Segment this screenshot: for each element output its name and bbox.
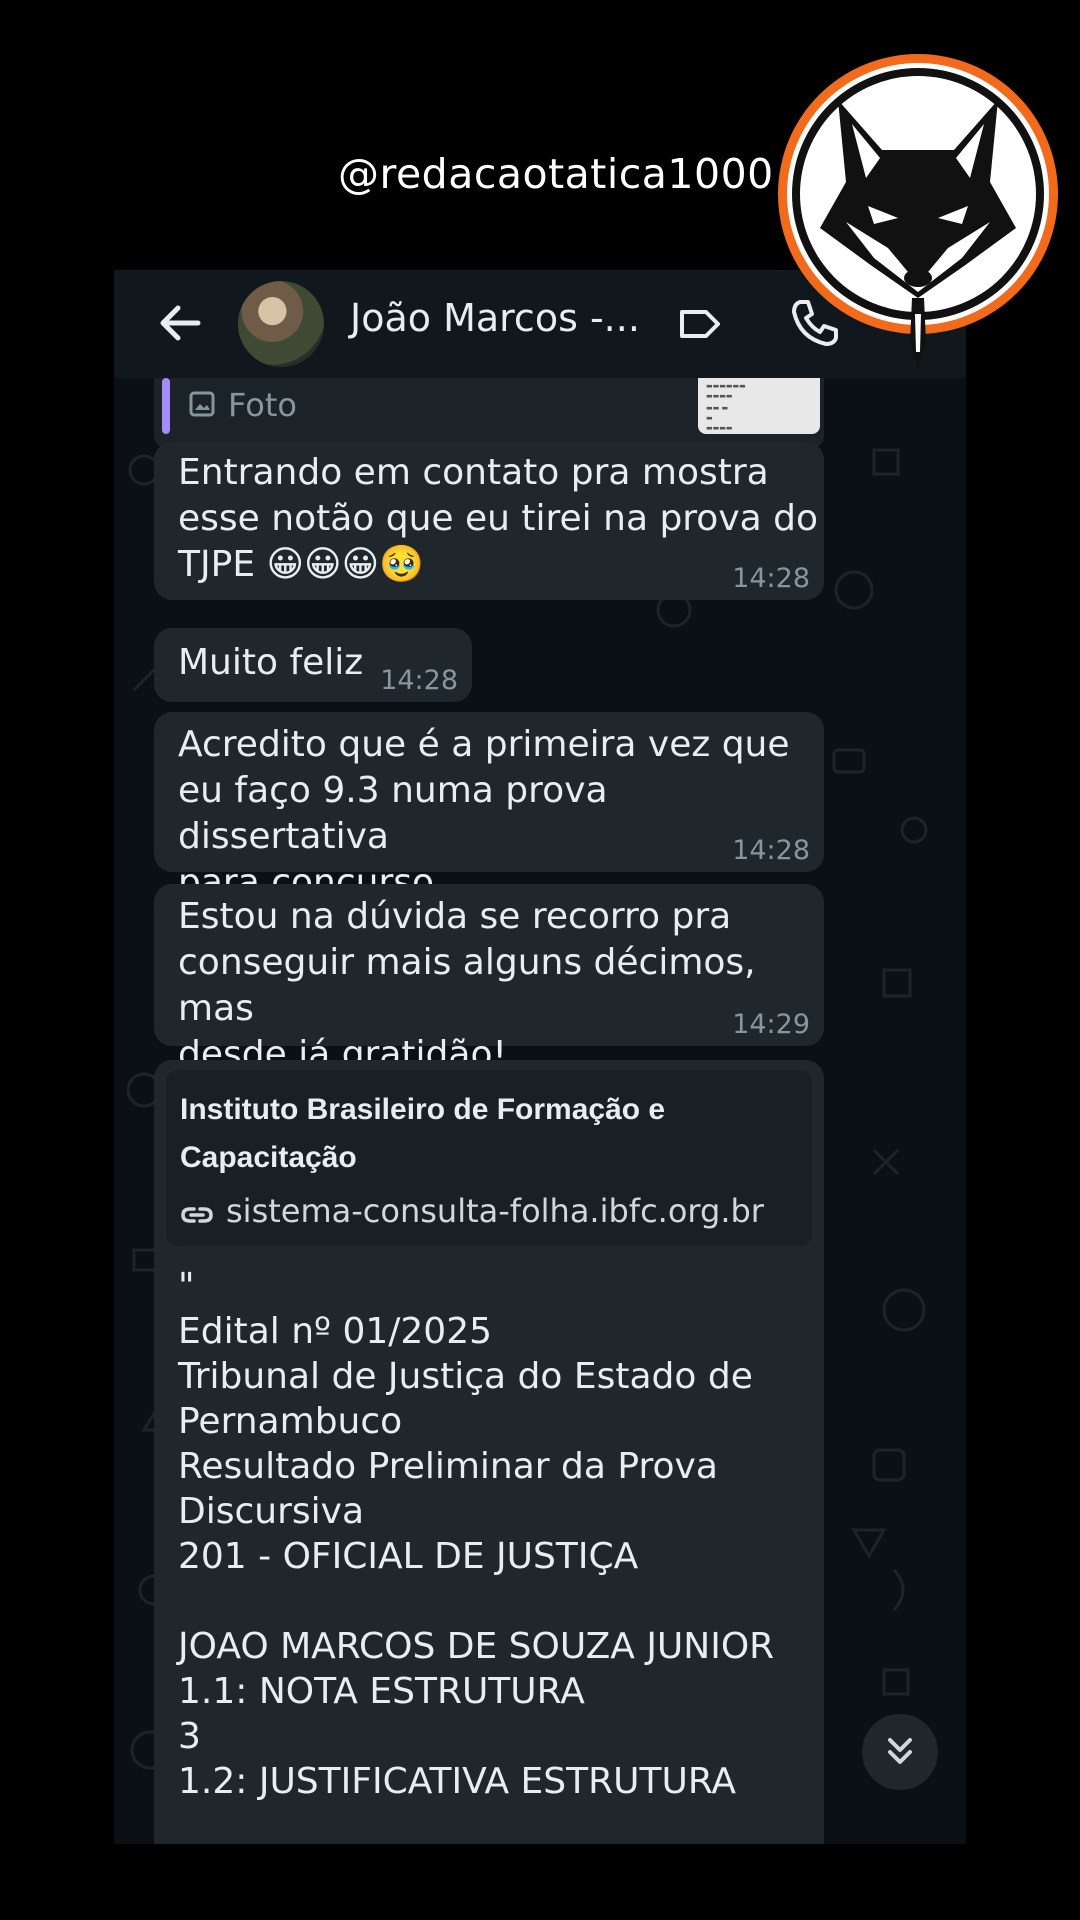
link-preview-url[interactable]: sistema-consulta-folha.ibfc.org.br bbox=[226, 1192, 764, 1230]
message-time: 14:29 bbox=[732, 1009, 810, 1040]
message-text: Muito feliz bbox=[178, 642, 364, 683]
image-icon bbox=[189, 391, 215, 417]
contact-name[interactable]: João Marcos -... bbox=[350, 296, 640, 340]
message-bubble[interactable]: Acredito que é a primeira vez que eu faç… bbox=[154, 712, 824, 903]
link-message-bubble[interactable]: Instituto Brasileiro de Formação e Capac… bbox=[154, 1060, 824, 1844]
scroll-to-bottom-button[interactable] bbox=[862, 1714, 938, 1790]
message-time: 14:28 bbox=[732, 563, 810, 594]
quote-accent-bar bbox=[162, 378, 170, 434]
chat-screen: João Marcos -... Foto ▬▬▬▬▬▬ ▬▬▬▬ ▬▬ ▬ ▬… bbox=[114, 270, 966, 1844]
back-arrow-icon[interactable] bbox=[150, 292, 212, 354]
link-message-text: " Edital nº 01/2025 Tribunal de Justiça … bbox=[178, 1266, 775, 1802]
message-text: Entrando em contato pra mostra esse notã… bbox=[178, 452, 819, 585]
message-text: Acredito que é a primeira vez que eu faç… bbox=[178, 724, 790, 903]
link-preview-title: Instituto Brasileiro de Formação e Capac… bbox=[180, 1093, 666, 1174]
photo-thumbnail[interactable]: ▬▬▬▬▬▬ ▬▬▬▬ ▬▬ ▬ ▬ ▬▬▬▬ bbox=[698, 378, 820, 434]
label-icon[interactable] bbox=[674, 298, 726, 350]
message-bubble[interactable]: Entrando em contato pra mostra esse notã… bbox=[154, 442, 824, 600]
message-time: 14:28 bbox=[380, 665, 458, 696]
watermark-handle: @redacaotatica1000 bbox=[338, 150, 774, 198]
link-preview-card[interactable]: Instituto Brasileiro de Formação e Capac… bbox=[166, 1070, 812, 1246]
fox-logo bbox=[778, 54, 1058, 370]
quote-label: Foto bbox=[228, 386, 297, 424]
quoted-photo-reply[interactable]: Foto ▬▬▬▬▬▬ ▬▬▬▬ ▬▬ ▬ ▬ ▬▬▬▬ bbox=[154, 378, 824, 448]
contact-avatar[interactable] bbox=[238, 281, 324, 367]
message-time: 14:28 bbox=[732, 835, 810, 866]
message-text: Estou na dúvida se recorro pra conseguir… bbox=[178, 896, 756, 1075]
double-chevron-down-icon bbox=[888, 1738, 912, 1764]
message-bubble[interactable]: Muito feliz 14:28 bbox=[154, 628, 472, 702]
link-icon bbox=[181, 1207, 213, 1223]
message-bubble[interactable]: Estou na dúvida se recorro pra conseguir… bbox=[154, 884, 824, 1075]
